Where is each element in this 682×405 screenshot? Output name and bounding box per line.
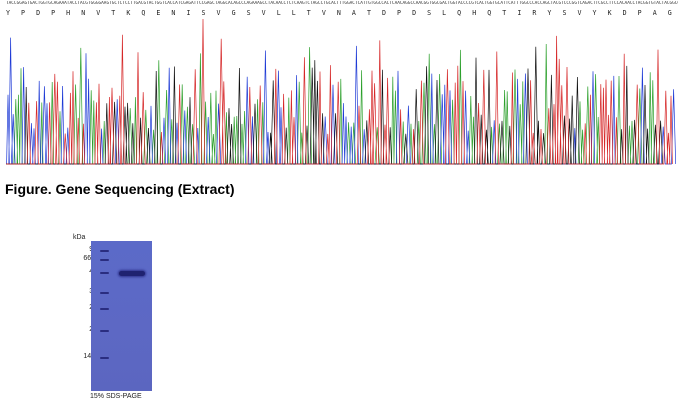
unit-label: kDa: [73, 234, 86, 241]
protein-band: [119, 271, 145, 276]
dna-sequence: TACCGGAGTGACTGGTGCAGAAATACCTACGTGGGGAAGT…: [6, 1, 678, 6]
ladder-band: [100, 308, 109, 310]
ladder-band: [100, 292, 109, 294]
trace-g: [6, 46, 664, 165]
figure-title: Figure. Gene Sequencing (Extract): [5, 181, 235, 197]
gel-caption: 15% SDS-PAGE: [90, 393, 142, 400]
ladder-band: [100, 272, 109, 274]
gel-lanes: [91, 241, 152, 391]
ladder-band: [100, 259, 109, 261]
protein-sequence: Y P D P H N V T K Q E N I S V G S V L L …: [6, 9, 678, 17]
sequencing-panel: TACCGGAGTGACTGGTGCAGAAATACCTACGTGGGGAAGT…: [0, 0, 682, 172]
chromatogram: [6, 18, 676, 165]
ladder-band: [100, 330, 109, 332]
sds-page-gel: kDa 94 66.2 45 33 26 20 14.4 15% SDS-PAG…: [70, 234, 190, 405]
ladder-band: [100, 357, 109, 359]
ladder-band: [100, 250, 109, 252]
